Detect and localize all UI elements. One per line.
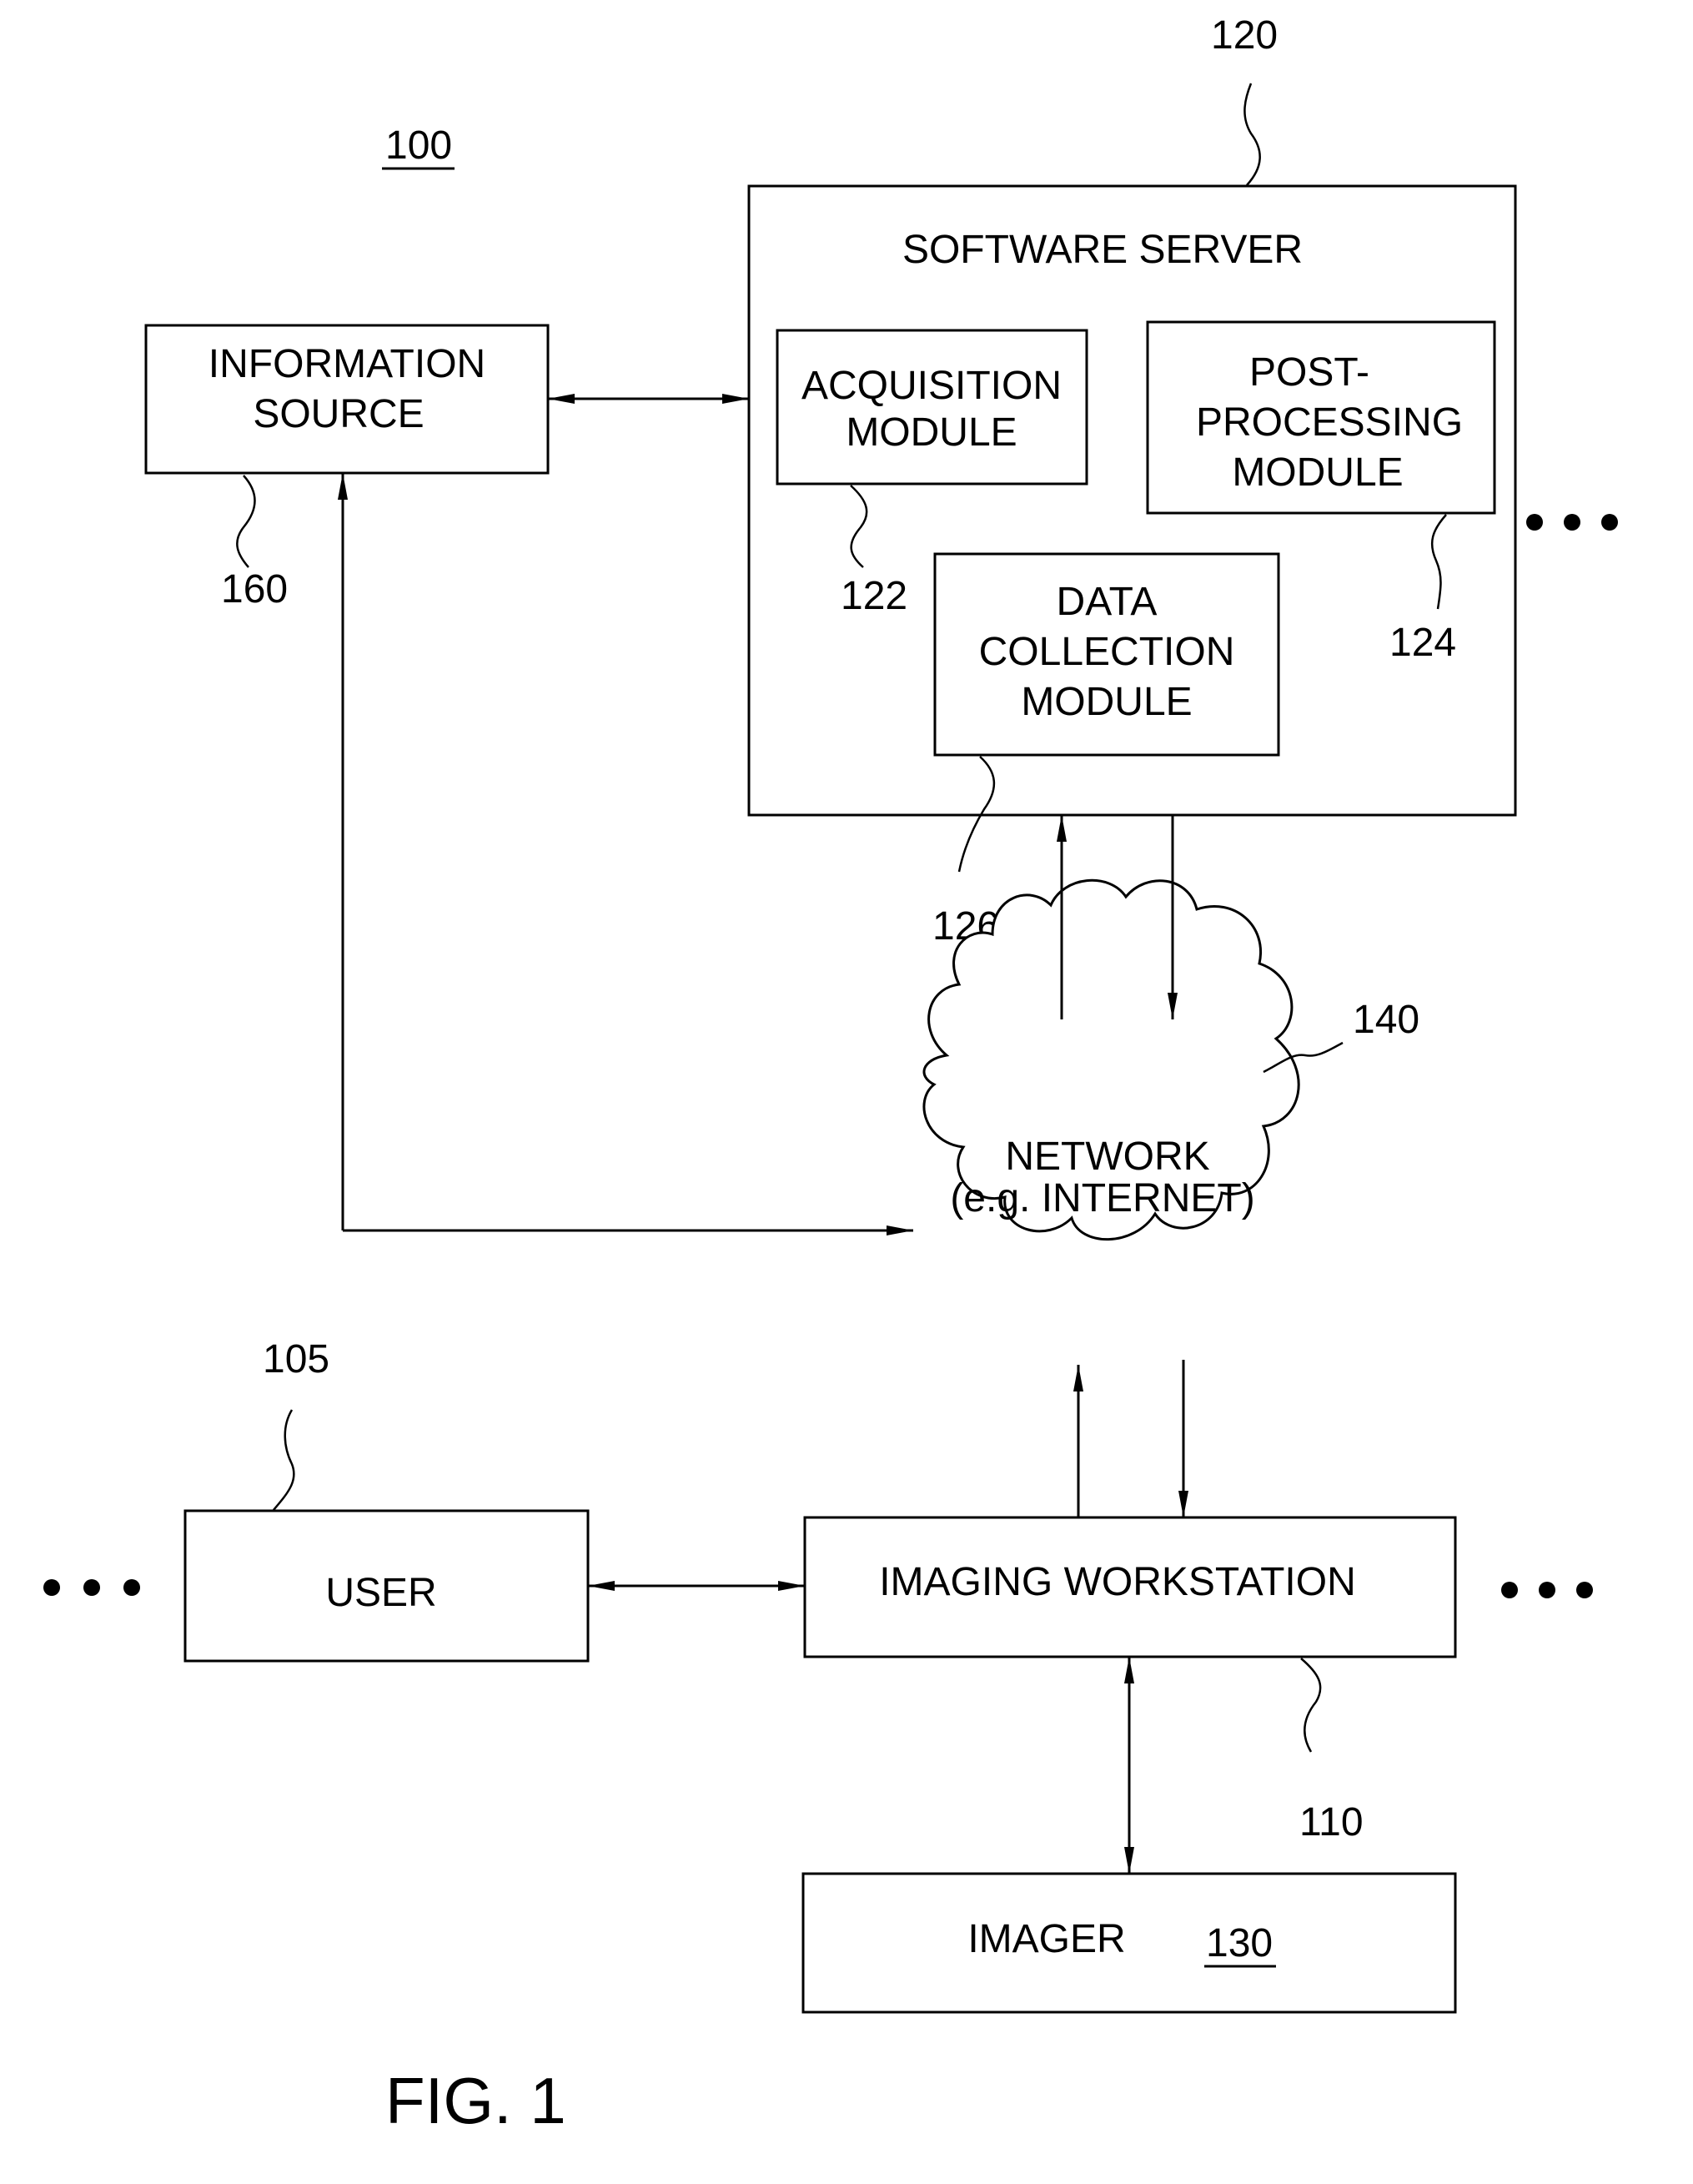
data-collection-module-label-line1: DATA <box>1057 580 1158 624</box>
leader-line-105 <box>273 1409 295 1511</box>
information-source-label-line1: INFORMATION <box>208 342 485 386</box>
information-source-label-line2: SOURCE <box>253 392 424 436</box>
user-node[interactable]: USER <box>183 1509 590 1663</box>
imager-node[interactable]: IMAGER 130 <box>801 1872 1457 2014</box>
ellipsis-dot <box>1501 1582 1518 1598</box>
post-processing-module-label-line1: POST- <box>1249 350 1369 395</box>
data-collection-module-label-line2: COLLECTION <box>979 630 1235 674</box>
system-reference: 100 <box>382 123 455 170</box>
user-ref: 105 <box>263 1337 329 1381</box>
more-users-ellipsis <box>43 1579 140 1596</box>
system-ref-label: 100 <box>385 123 452 168</box>
network-label-line1: NETWORK <box>1005 1135 1209 1179</box>
ellipsis-dot <box>83 1579 100 1596</box>
data-collection-module-node[interactable]: DATA COLLECTION MODULE <box>933 552 1280 757</box>
acquisition-module-node[interactable]: ACQUISITION MODULE <box>776 329 1088 486</box>
post-processing-module-ref: 124 <box>1389 621 1456 665</box>
network-node[interactable]: NETWORK (e.g. INTERNET) <box>922 878 1300 1241</box>
acquisition-module-label-line1: ACQUISITION <box>801 364 1062 408</box>
imaging-workstation-ref: 110 <box>1299 1800 1364 1844</box>
network-ref: 140 <box>1353 998 1419 1042</box>
more-workstations-ellipsis <box>1501 1582 1593 1598</box>
ellipsis-dot <box>123 1579 140 1596</box>
post-processing-module-label-line3: MODULE <box>1232 450 1403 495</box>
imager-box[interactable] <box>801 1872 1457 2014</box>
imager-ref: 130 <box>1206 1921 1273 1965</box>
ellipsis-dot <box>1601 514 1618 531</box>
figure-caption: FIG. 1 <box>385 2064 566 2137</box>
leader-line-120 <box>1243 83 1261 186</box>
acquisition-module-ref: 122 <box>841 574 907 618</box>
user-label: USER <box>325 1571 436 1615</box>
information-source-node[interactable]: INFORMATION SOURCE <box>144 324 550 475</box>
software-server-ref: 120 <box>1211 13 1278 58</box>
acquisition-module-label-line2: MODULE <box>846 410 1017 455</box>
imaging-workstation-node[interactable]: IMAGING WORKSTATION <box>803 1516 1457 1658</box>
ellipsis-dot <box>1539 1582 1555 1598</box>
network-label-line2: (e.g. INTERNET) <box>950 1176 1254 1220</box>
more-servers-ellipsis <box>1526 514 1618 531</box>
imaging-workstation-label: IMAGING WORKSTATION <box>879 1560 1356 1604</box>
information-source-ref: 160 <box>221 567 288 611</box>
leader-line-110 <box>1300 1658 1322 1753</box>
ellipsis-dot <box>1526 514 1543 531</box>
system-diagram: 100 INFORMATION SOURCE 160 SOFTWARE SERV… <box>43 13 1618 2137</box>
post-processing-module-label-line2: PROCESSING <box>1196 400 1463 445</box>
leader-line-160 <box>236 475 256 568</box>
ellipsis-dot <box>1576 1582 1593 1598</box>
post-processing-module-node[interactable]: POST- PROCESSING MODULE <box>1146 320 1496 515</box>
data-collection-module-label-line3: MODULE <box>1021 680 1192 724</box>
ellipsis-dot <box>1564 514 1580 531</box>
imager-label: IMAGER <box>967 1917 1125 1961</box>
ellipsis-dot <box>43 1579 60 1596</box>
software-server-title: SOFTWARE SERVER <box>902 228 1303 272</box>
